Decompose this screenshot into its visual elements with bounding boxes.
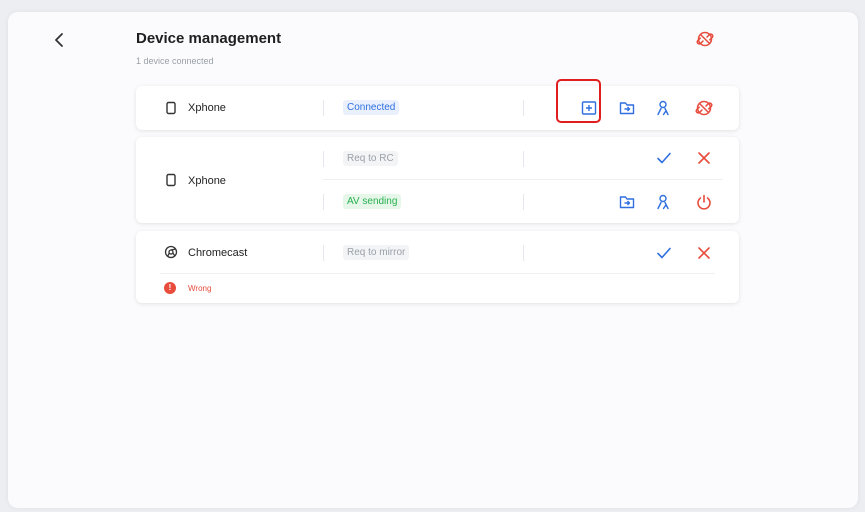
phone-icon [164,101,178,115]
user-icon[interactable] [655,193,673,211]
device-name: Chromecast [188,247,248,259]
row-divider [160,273,715,274]
device-name: Xphone [188,102,226,114]
divider [523,100,524,116]
file-transfer-button[interactable] [618,99,636,117]
phone-icon [164,173,178,187]
divider [323,100,324,116]
unlink-icon[interactable] [696,30,714,48]
device-card-xphone-1: Xphone Connected [136,86,739,130]
status-badge: Connected [343,100,400,115]
status-badge: Req to RC [343,151,398,166]
page-title: Device management [136,30,282,47]
back-chevron-icon[interactable] [50,30,70,50]
device-name: Xphone [188,175,226,187]
device-card-chromecast: Chromecast Req to mirror ! Wrong [136,231,739,303]
divider [323,194,324,210]
user-icon[interactable] [655,99,673,117]
divider [323,151,324,167]
accept-check-icon[interactable] [655,244,673,262]
accept-check-icon[interactable] [655,149,673,167]
cast-screen-button[interactable] [580,99,598,117]
device-card-xphone-2: Xphone Req to RC AV sending [136,137,739,223]
divider [323,245,324,261]
file-transfer-button[interactable] [618,193,636,211]
disconnect-icon[interactable] [695,99,713,117]
connected-count: 1 device connected [136,56,214,66]
error-icon: ! [164,282,176,294]
divider [523,245,524,261]
row-divider [323,179,723,180]
reject-close-icon[interactable] [695,244,713,262]
reject-close-icon[interactable] [695,149,713,167]
chromecast-icon [164,245,178,259]
error-message: Wrong [188,284,212,293]
status-badge: AV sending [343,194,402,209]
power-icon[interactable] [695,193,713,211]
divider [523,151,524,167]
divider [523,194,524,210]
status-badge: Req to mirror [343,245,410,260]
